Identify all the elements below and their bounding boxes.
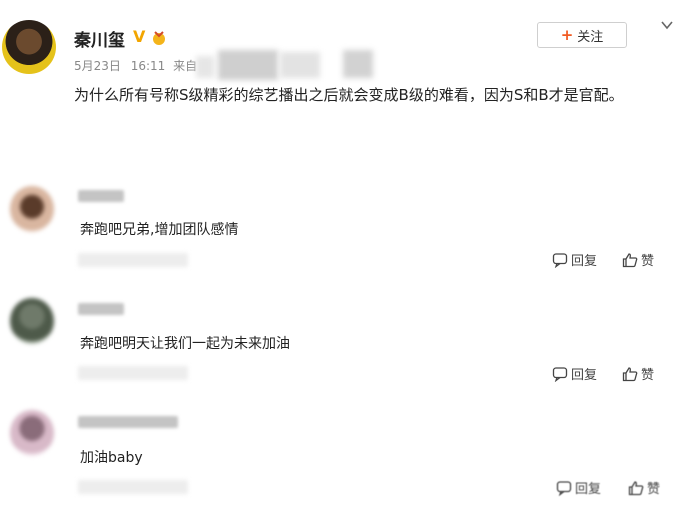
- like-button[interactable]: 赞: [622, 250, 654, 269]
- comment-time: [78, 366, 188, 380]
- post-meta: 5月23日 16:11 来自: [74, 57, 197, 74]
- post-time: 16:11: [130, 59, 166, 73]
- reply-icon: [552, 252, 568, 268]
- post-source-prefix: 来自: [173, 59, 198, 73]
- reply-label: 回复: [571, 368, 598, 383]
- comment-text: 加油baby: [80, 450, 143, 466]
- like-label: 赞: [647, 482, 661, 497]
- reply-button[interactable]: 回复: [552, 364, 597, 383]
- chevron-down-icon[interactable]: [660, 18, 674, 32]
- post-date: 5月23日: [74, 59, 121, 73]
- follow-label: 关注: [577, 29, 604, 45]
- like-icon: [628, 480, 644, 495]
- plus-icon: +: [560, 26, 574, 44]
- comment-text: 奔跑吧兄弟,增加团队感情: [80, 222, 239, 238]
- comment-text: 奔跑吧明天让我们一起为未来加油: [80, 336, 290, 352]
- comment-avatar[interactable]: [10, 298, 54, 344]
- comment-author[interactable]: [78, 416, 178, 428]
- blurred-source: [196, 56, 214, 78]
- reply-button[interactable]: 回复: [556, 478, 601, 497]
- like-icon: [622, 366, 638, 381]
- comment-avatar[interactable]: [10, 410, 54, 456]
- verified-badge: V: [133, 27, 146, 46]
- reply-label: 回复: [575, 482, 602, 497]
- like-icon: [622, 252, 638, 267]
- comment-time: [78, 480, 188, 494]
- reply-label: 回复: [571, 254, 598, 269]
- comment-author[interactable]: [78, 190, 124, 202]
- blurred-source: [218, 50, 278, 80]
- comment-time: [78, 253, 188, 267]
- blurred-source: [280, 52, 320, 78]
- like-label: 赞: [641, 254, 655, 269]
- medal-icon: [153, 31, 165, 45]
- reply-icon: [556, 480, 572, 496]
- follow-button[interactable]: + 关注: [537, 22, 627, 48]
- reply-icon: [552, 366, 568, 382]
- author-name[interactable]: 秦川玺: [74, 26, 125, 51]
- author-avatar[interactable]: [2, 20, 56, 74]
- post-text: 为什么所有号称S级精彩的综艺播出之后就会变成B级的难看，因为S和B才是官配。: [74, 86, 624, 104]
- comment-avatar[interactable]: [10, 186, 54, 232]
- like-button[interactable]: 赞: [628, 478, 660, 497]
- like-button[interactable]: 赞: [622, 364, 654, 383]
- like-label: 赞: [641, 368, 655, 383]
- reply-button[interactable]: 回复: [552, 250, 597, 269]
- blurred-source: [343, 50, 373, 78]
- comment-author[interactable]: [78, 303, 124, 315]
